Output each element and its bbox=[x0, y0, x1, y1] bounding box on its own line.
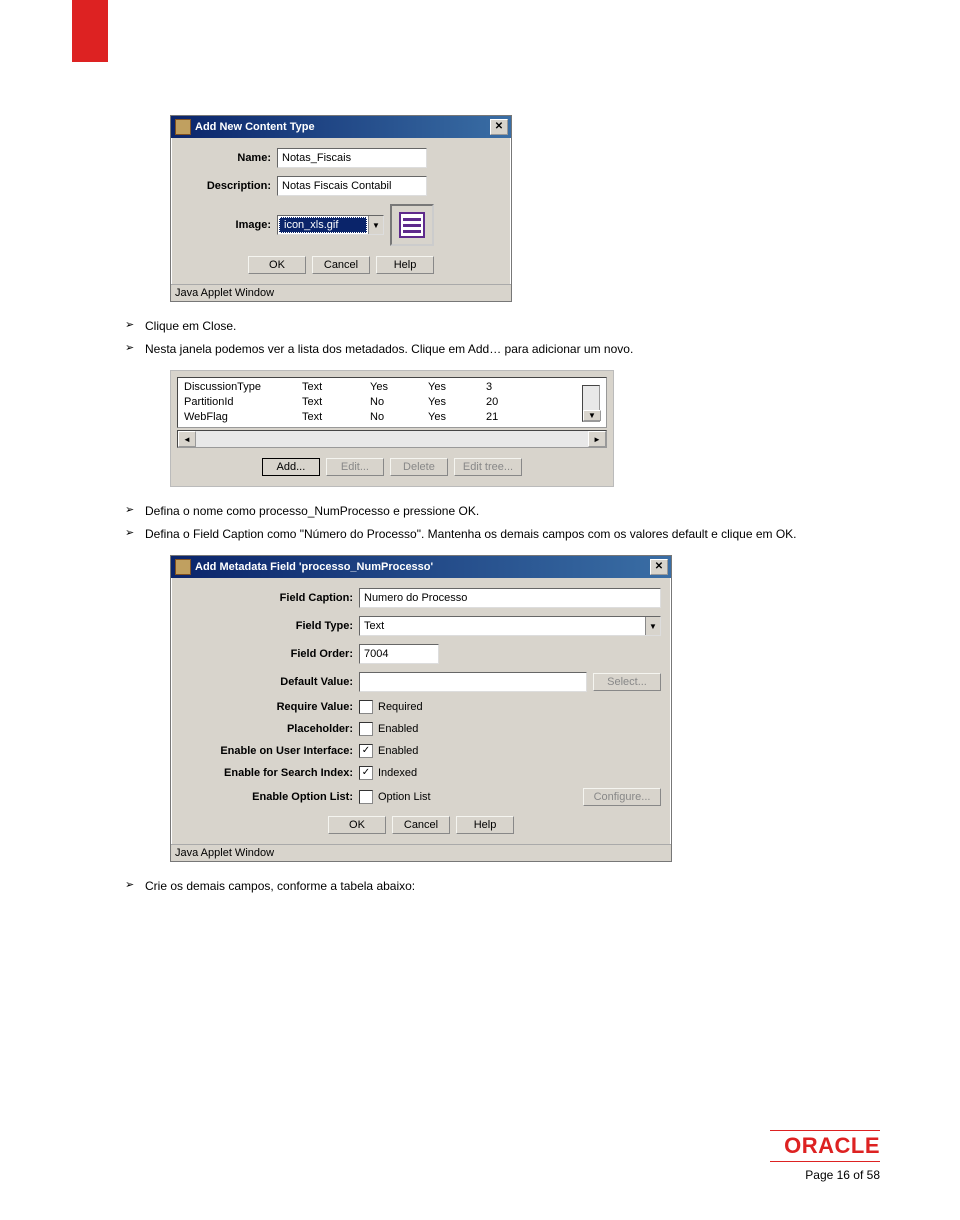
enable-option-list-label: Enable Option List: bbox=[181, 791, 359, 803]
image-selected-value: icon_xls.gif bbox=[279, 217, 367, 233]
status-bar: Java Applet Window bbox=[171, 284, 511, 301]
enable-ui-checkbox-text: Enabled bbox=[378, 745, 418, 757]
window-icon bbox=[175, 559, 191, 575]
scroll-down-icon[interactable]: ▼ bbox=[583, 410, 601, 421]
edit-button[interactable]: Edit... bbox=[326, 458, 384, 476]
option-list-checkbox-text: Option List bbox=[378, 791, 431, 803]
bullet-text: Crie os demais campos, conforme a tabela… bbox=[125, 877, 835, 895]
vertical-scrollbar[interactable]: ▼ bbox=[582, 385, 600, 422]
select-button[interactable]: Select... bbox=[593, 673, 661, 691]
scroll-right-icon[interactable]: ► bbox=[588, 431, 606, 447]
enable-ui-label: Enable on User Interface: bbox=[181, 745, 359, 757]
metadata-list-panel: DiscussionType Text Yes Yes 3 PartitionI… bbox=[170, 370, 614, 487]
window-icon bbox=[175, 119, 191, 135]
placeholder-checkbox-text: Enabled bbox=[378, 723, 418, 735]
field-caption-label: Field Caption: bbox=[181, 592, 359, 604]
configure-button[interactable]: Configure... bbox=[583, 788, 661, 806]
status-bar: Java Applet Window bbox=[171, 844, 671, 861]
list-row[interactable]: DiscussionType Text Yes Yes 3 bbox=[178, 380, 590, 395]
close-icon[interactable]: ✕ bbox=[490, 119, 508, 135]
default-value-input[interactable] bbox=[359, 672, 587, 692]
oracle-logo: ORACLE bbox=[770, 1133, 880, 1159]
add-button[interactable]: Add... bbox=[262, 458, 320, 476]
placeholder-checkbox[interactable] bbox=[359, 722, 373, 736]
bullet-text: Defina o Field Caption como "Número do P… bbox=[125, 525, 835, 543]
field-order-input[interactable]: 7004 bbox=[359, 644, 439, 664]
name-input[interactable]: Notas_Fiscais bbox=[277, 148, 427, 168]
bullet-text: Nesta janela podemos ver a lista dos met… bbox=[125, 340, 835, 358]
require-checkbox[interactable] bbox=[359, 700, 373, 714]
enable-ui-checkbox[interactable]: ✓ bbox=[359, 744, 373, 758]
enable-search-checkbox[interactable]: ✓ bbox=[359, 766, 373, 780]
field-type-label: Field Type: bbox=[181, 620, 359, 632]
delete-button[interactable]: Delete bbox=[390, 458, 448, 476]
dialog-title: Add New Content Type bbox=[195, 121, 315, 133]
titlebar: Add Metadata Field 'processo_NumProcesso… bbox=[171, 556, 671, 578]
placeholder-label: Placeholder: bbox=[181, 723, 359, 735]
list-row[interactable]: PartitionId Text No Yes 20 bbox=[178, 395, 590, 410]
image-preview bbox=[390, 204, 434, 246]
bullet-text: Defina o nome como processo_NumProcesso … bbox=[125, 502, 835, 520]
require-checkbox-text: Required bbox=[378, 701, 423, 713]
cancel-button[interactable]: Cancel bbox=[312, 256, 370, 274]
metadata-list: DiscussionType Text Yes Yes 3 PartitionI… bbox=[177, 377, 607, 428]
name-label: Name: bbox=[181, 152, 277, 164]
horizontal-scrollbar[interactable]: ◄ ► bbox=[177, 430, 607, 448]
description-label: Description: bbox=[181, 180, 277, 192]
default-value-label: Default Value: bbox=[181, 676, 359, 688]
close-icon[interactable]: ✕ bbox=[650, 559, 668, 575]
option-list-checkbox[interactable] bbox=[359, 790, 373, 804]
enable-search-checkbox-text: Indexed bbox=[378, 767, 417, 779]
add-metadata-field-dialog: Add Metadata Field 'processo_NumProcesso… bbox=[170, 555, 672, 862]
image-label: Image: bbox=[181, 219, 277, 231]
page-number: Page 16 of 58 bbox=[770, 1168, 880, 1182]
chevron-down-icon[interactable]: ▼ bbox=[368, 216, 383, 234]
image-dropdown[interactable]: icon_xls.gif ▼ bbox=[277, 215, 384, 235]
enable-search-label: Enable for Search Index: bbox=[181, 767, 359, 779]
scroll-left-icon[interactable]: ◄ bbox=[178, 431, 196, 447]
field-order-label: Field Order: bbox=[181, 648, 359, 660]
field-type-dropdown[interactable]: Text ▼ bbox=[359, 616, 661, 636]
bullet-text: Clique em Close. bbox=[125, 317, 835, 335]
field-caption-input[interactable]: Numero do Processo bbox=[359, 588, 661, 608]
page-footer: ORACLE Page 16 of 58 bbox=[770, 1128, 880, 1182]
help-button[interactable]: Help bbox=[456, 816, 514, 834]
chevron-down-icon[interactable]: ▼ bbox=[645, 617, 660, 635]
require-value-label: Require Value: bbox=[181, 701, 359, 713]
dialog-title: Add Metadata Field 'processo_NumProcesso… bbox=[195, 561, 433, 573]
cancel-button[interactable]: Cancel bbox=[392, 816, 450, 834]
titlebar: Add New Content Type ✕ bbox=[171, 116, 511, 138]
header-accent-bar bbox=[72, 0, 108, 62]
ok-button[interactable]: OK bbox=[248, 256, 306, 274]
xls-icon bbox=[399, 212, 425, 238]
description-input[interactable]: Notas Fiscais Contabil bbox=[277, 176, 427, 196]
add-content-type-dialog: Add New Content Type ✕ Name: Notas_Fisca… bbox=[170, 115, 512, 302]
ok-button[interactable]: OK bbox=[328, 816, 386, 834]
help-button[interactable]: Help bbox=[376, 256, 434, 274]
list-row[interactable]: WebFlag Text No Yes 21 bbox=[178, 410, 590, 425]
edit-tree-button[interactable]: Edit tree... bbox=[454, 458, 522, 476]
